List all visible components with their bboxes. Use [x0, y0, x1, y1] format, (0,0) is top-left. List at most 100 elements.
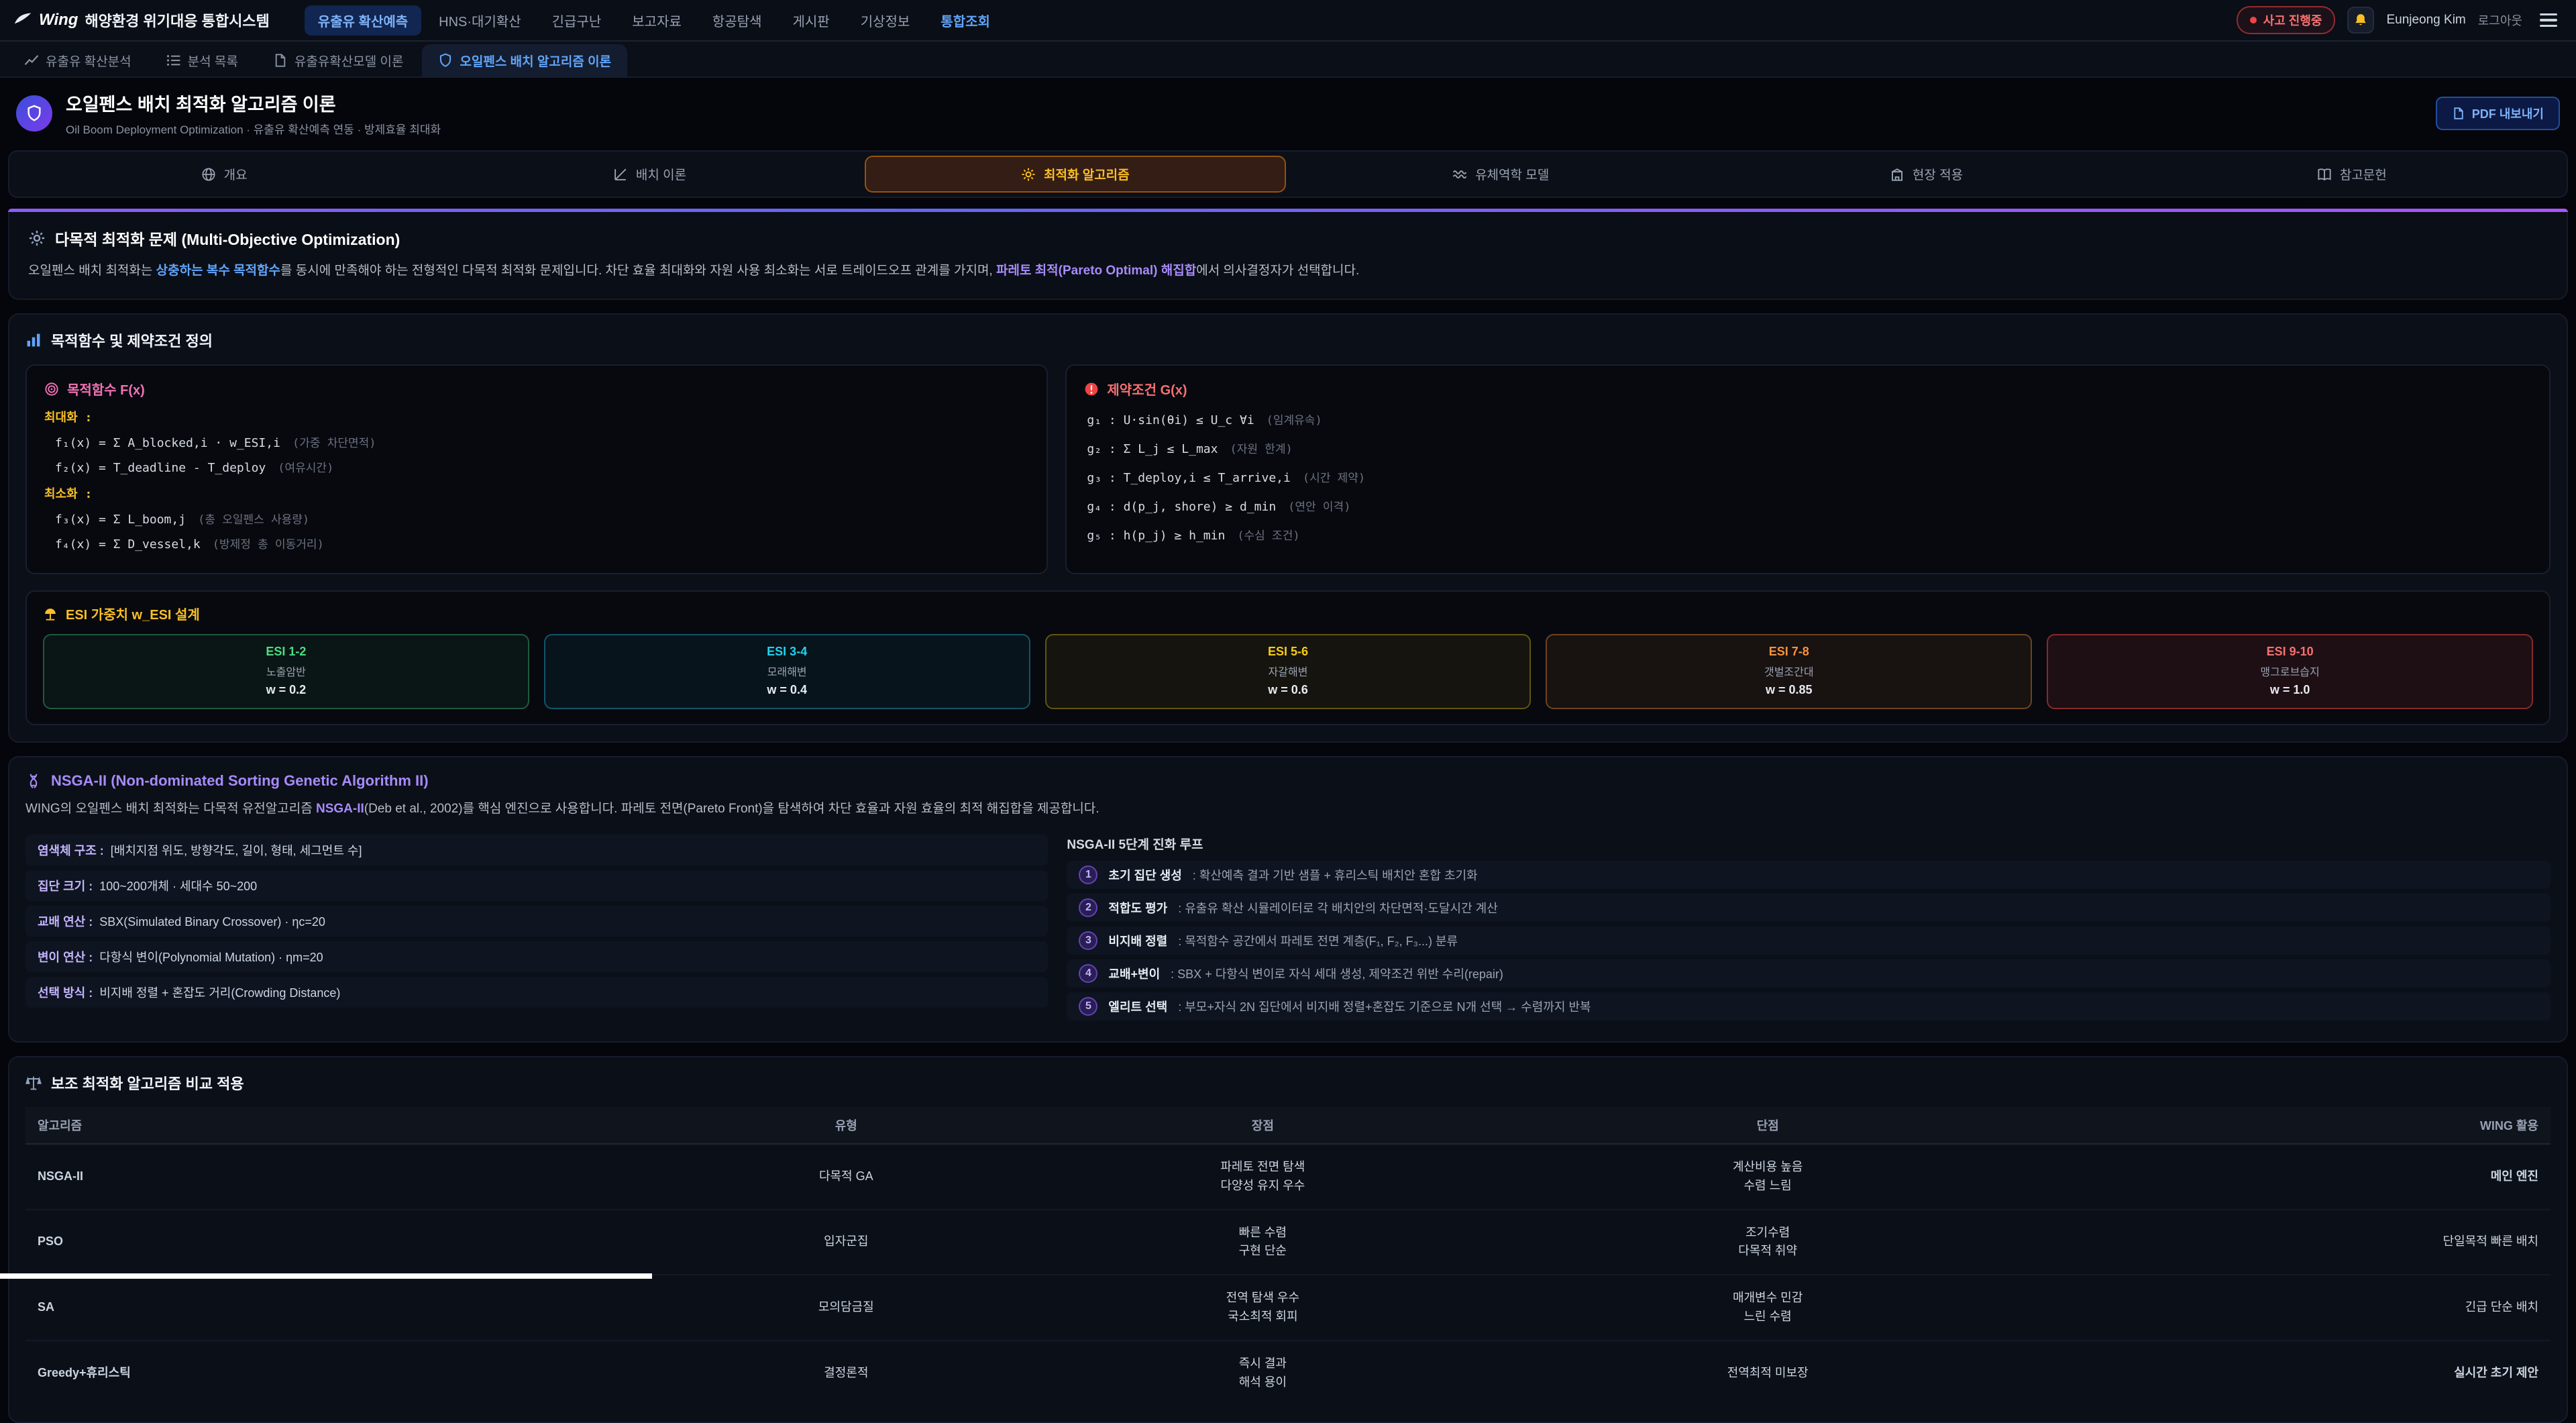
stab-hydrodynamics[interactable]: 유체역학 모델	[1290, 156, 1711, 193]
loop-step: 3 비지배 정렬 : 목적함수 공간에서 파레토 전면 계층(F₁, F₂, F…	[1067, 927, 2551, 955]
stab-field-application[interactable]: 현장 적용	[1715, 156, 2137, 193]
stab-label: 참고문헌	[2340, 165, 2387, 183]
nav-item-integrated-search[interactable]: 통합조회	[927, 5, 1004, 36]
step-description: : SBX + 다항식 변이로 자식 세대 생성, 제약조건 위반 수리(rep…	[1171, 965, 1503, 982]
page-header: 오일펜스 배치 최적화 알고리즘 이론 Oil Boom Deployment …	[0, 78, 2576, 148]
step-description: : 목적함수 공간에서 파레토 전면 계층(F₁, F₂, F₃...) 분류	[1178, 932, 1458, 949]
incident-dot-icon	[2250, 17, 2257, 23]
book-icon	[2317, 167, 2332, 182]
esi-card: ESI 5-6 자갈해변 w = 0.6	[1045, 634, 1532, 709]
step-description: : 부모+자식 2N 집단에서 비지배 정렬+혼잡도 기준으로 N개 선택 → …	[1178, 998, 1591, 1015]
tab-boom-algorithm-theory[interactable]: 오일펜스 배치 알고리즘 이론	[422, 44, 627, 76]
step-label: 적합도 평가	[1108, 899, 1167, 916]
globe-icon	[201, 167, 216, 182]
wing-usage: 실시간 초기 제안	[2021, 1340, 2551, 1406]
constraint-formula: g₄ : d(p_j, shore) ≥ d_min(연안 이격)	[1087, 497, 2532, 514]
nsga-section: NSGA-II (Non-dominated Sorting Genetic A…	[8, 756, 2568, 1042]
nav-item-aerial-search[interactable]: 항공탐색	[699, 5, 775, 36]
loop-step: 1 초기 집단 생성 : 확산예측 결과 기반 샘플 + 휴리스틱 배치안 혼합…	[1067, 861, 2551, 889]
wave-icon	[1452, 167, 1467, 182]
gear-icon	[28, 229, 46, 247]
step-label: 엘리트 선택	[1108, 998, 1167, 1015]
table-row-sa: SA 모의담금질 전역 탐색 우수국소최적 회피 매개변수 민감느린 수렴 긴급…	[25, 1275, 2551, 1340]
bar-chart-icon	[25, 332, 42, 348]
stab-label: 현장 적용	[1913, 165, 1963, 183]
table-row-greedy: Greedy+휴리스틱 결정론적 즉시 결과해석 용이 전역최적 미보장 실시간…	[25, 1340, 2551, 1406]
tab-label: 유출유 확산분석	[46, 52, 131, 70]
param-label: 변이 연산 :	[38, 948, 93, 965]
algorithm-type: 결정론적	[682, 1340, 1010, 1406]
list-icon	[166, 53, 181, 68]
pdf-export-button[interactable]: PDF 내보내기	[2436, 97, 2560, 130]
tab-spill-analysis[interactable]: 유출유 확산분석	[8, 44, 148, 76]
highlight-nsga: NSGA-II	[316, 802, 364, 816]
esi-weights-panel: ESI 가중치 w_ESI 설계 ESI 1-2 노출암반 w = 0.2 ES…	[25, 590, 2551, 725]
stab-overview[interactable]: 개요	[13, 156, 435, 193]
step-label: 비지배 정렬	[1108, 932, 1167, 949]
objective-formula: f₂(x) = T_deadline - T_deploy(여유시간)	[55, 458, 1029, 475]
col-cons: 단점	[1515, 1107, 2021, 1144]
algorithm-pros: 즉시 결과해석 용이	[1010, 1340, 1515, 1406]
step-number: 2	[1079, 898, 1097, 917]
notifications-button[interactable]	[2347, 7, 2374, 34]
maximize-label: 최대화 :	[44, 408, 1029, 425]
esi-weight: w = 1.0	[2053, 683, 2526, 697]
esi-range: ESI 1-2	[50, 645, 523, 659]
param-value: 100~200개체 · 세대수 50~200	[99, 877, 257, 894]
warning-icon	[1084, 382, 1099, 397]
nav-item-weather[interactable]: 기상정보	[847, 5, 924, 36]
content-area: 다목적 최적화 문제 (Multi-Objective Optimization…	[8, 209, 2568, 1423]
nav-item-spill-prediction[interactable]: 유출유 확산예측	[305, 5, 421, 36]
highlight-pareto: 파레토 최적(Pareto Optimal) 해집합	[996, 264, 1196, 278]
esi-title: ESI 가중치 w_ESI 설계	[43, 604, 2533, 623]
nsga-evolution-loop: NSGA-II 5단계 진화 루프 1 초기 집단 생성 : 확산예측 결과 기…	[1067, 835, 2551, 1025]
esi-weight: w = 0.85	[1552, 683, 2025, 697]
loop-step: 2 적합도 평가 : 유출유 확산 시뮬레이터로 각 배치안의 차단면적·도달시…	[1067, 894, 2551, 922]
building-icon	[1890, 167, 1904, 182]
stab-label: 최적화 알고리즘	[1044, 165, 1130, 183]
target-icon	[44, 382, 59, 397]
param-label: 집단 크기 :	[38, 877, 93, 894]
col-wing-usage: WING 활용	[2021, 1107, 2551, 1144]
col-pros: 장점	[1010, 1107, 1515, 1144]
tab-spill-model-theory[interactable]: 유출유확산모델 이론	[257, 44, 420, 76]
constraints-title: 제약조건 G(x)	[1084, 379, 2532, 399]
stab-references[interactable]: 참고문헌	[2141, 156, 2563, 193]
algorithm-type: 입자군집	[682, 1210, 1010, 1275]
tab-analysis-list[interactable]: 분석 목록	[150, 44, 254, 76]
esi-card: ESI 1-2 노출암반 w = 0.2	[43, 634, 529, 709]
nav-item-reports[interactable]: 보고자료	[619, 5, 695, 36]
objective-title: 목적함수 F(x)	[44, 379, 1029, 399]
logo-text: Wing	[39, 11, 78, 30]
algorithm-name: NSGA-II	[25, 1144, 682, 1210]
page-title: 오일펜스 배치 최적화 알고리즘 이론	[66, 90, 441, 116]
nav-item-emergency-rescue[interactable]: 긴급구난	[539, 5, 615, 36]
incident-status-badge[interactable]: 사고 진행중	[2237, 6, 2336, 34]
logout-link[interactable]: 로그아웃	[2478, 11, 2522, 29]
stab-optimization-algorithm[interactable]: 최적화 알고리즘	[865, 156, 1286, 193]
brand[interactable]: Wing 해양환경 위기대응 통합시스템	[13, 9, 270, 31]
tab-label: 유출유확산모델 이론	[294, 52, 404, 70]
menu-button[interactable]	[2534, 8, 2563, 32]
hamburger-icon	[2540, 13, 2557, 15]
algorithm-pros: 전역 탐색 우수국소최적 회피	[1010, 1275, 1515, 1340]
step-number: 5	[1079, 997, 1097, 1016]
highlight-objectives: 상충하는 복수 목적함수	[156, 264, 280, 278]
app-root: Wing 해양환경 위기대응 통합시스템 유출유 확산예측 HNS·대기확산 긴…	[0, 0, 2576, 1423]
constraint-formula: g₂ : Σ L_j ≤ L_max(자원 한계)	[1087, 439, 2532, 456]
constraint-formula: g₁ : U·sin(θi) ≤ U_c ∀i(임계유속)	[1087, 411, 2532, 427]
col-type: 유형	[682, 1107, 1010, 1144]
algorithm-cons: 조기수렴다목적 취약	[1515, 1210, 2021, 1275]
nav-item-board[interactable]: 게시판	[779, 5, 843, 36]
param-value: 다항식 변이(Polynomial Mutation) · ηm=20	[99, 948, 323, 965]
dna-icon	[25, 773, 42, 789]
stab-deployment-theory[interactable]: 배치 이론	[439, 156, 860, 193]
blueprint-icon	[613, 167, 628, 182]
esi-type: 맹그로브습지	[2053, 663, 2526, 679]
bell-icon	[2353, 12, 2368, 28]
step-number: 3	[1079, 931, 1097, 950]
esi-type: 노출암반	[50, 663, 523, 679]
esi-type: 자갈해변	[1052, 663, 1525, 679]
nav-item-hns-dispersion[interactable]: HNS·대기확산	[425, 5, 535, 36]
intro-paragraph: 오일펜스 배치 최적화는 상충하는 복수 목적함수를 동시에 만족해야 하는 전…	[28, 260, 2548, 281]
